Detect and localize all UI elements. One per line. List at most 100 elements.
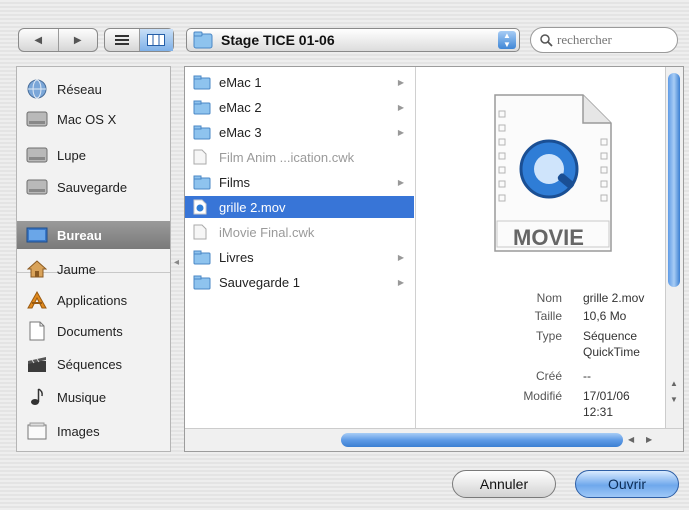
- back-arrow-icon: ◀: [34, 34, 43, 46]
- column-view-icon: [147, 34, 166, 46]
- info-value: grille 2.mov: [583, 291, 645, 305]
- search-icon: [540, 34, 553, 47]
- forward-button[interactable]: ▶: [57, 29, 98, 51]
- music-note-icon: [25, 386, 49, 408]
- list-item[interactable]: Sauvegarde 1 ▶: [185, 271, 414, 293]
- folder-icon: [193, 99, 211, 115]
- info-value-continued: 12:31: [583, 405, 614, 419]
- scroll-up-arrow-icon[interactable]: ▲: [670, 379, 678, 388]
- sidebar-item-mac-os-x[interactable]: Mac OS X: [17, 105, 170, 133]
- sidebar-item-applications[interactable]: Applications: [17, 286, 170, 314]
- info-value: --: [583, 369, 591, 383]
- location-popup[interactable]: Stage TICE 01-06 ▲ ▼: [186, 28, 520, 52]
- preview-icon-caption: MOVIE: [513, 225, 584, 250]
- sidebar-item-label: Documents: [57, 323, 123, 339]
- info-value: Séquence: [583, 329, 638, 343]
- vertical-scrollbar[interactable]: ▲ ▼: [665, 67, 683, 429]
- sidebar-item-sequences[interactable]: Séquences: [17, 350, 170, 378]
- info-value-continued: QuickTime: [583, 345, 640, 359]
- sidebar-item-label: Sauvegarde: [57, 179, 128, 195]
- list-item[interactable]: eMac 1 ▶: [185, 71, 414, 93]
- list-view-button[interactable]: [105, 29, 139, 51]
- info-key: Créé: [535, 369, 562, 383]
- file-name: Sauvegarde 1: [219, 274, 300, 290]
- hard-disk-icon: [25, 144, 49, 166]
- file-column: eMac 1 ▶ eMac 2 ▶ eMac 3 ▶ Film Anim ...…: [174, 67, 416, 429]
- info-key: Taille: [534, 309, 562, 323]
- horizontal-scrollbar[interactable]: ◀ ▶: [185, 428, 683, 451]
- vertical-scroll-thumb[interactable]: [668, 73, 680, 287]
- back-forward-control: ◀ ▶: [18, 28, 98, 52]
- list-item[interactable]: iMovie Final.cwk: [185, 221, 414, 243]
- preview-pane: MOVIE Nom grille 2.mov Taille 10,6 Mo Ty…: [417, 67, 662, 429]
- sidebar-item-label: Musique: [57, 389, 107, 405]
- file-name: eMac 3: [219, 124, 262, 140]
- search-input[interactable]: [557, 32, 667, 48]
- sidebar-item-jaume[interactable]: Jaume: [17, 255, 170, 283]
- quicktime-movie-icon: [193, 199, 211, 215]
- documents-icon: [25, 320, 49, 342]
- list-item[interactable]: Livres ▶: [185, 246, 414, 268]
- scroll-left-arrow-icon[interactable]: ◀: [628, 435, 634, 444]
- list-item[interactable]: eMac 2 ▶: [185, 96, 414, 118]
- file-name: eMac 1: [219, 74, 262, 90]
- scroll-right-arrow-icon[interactable]: ▶: [646, 435, 652, 444]
- desktop-icon: [25, 224, 49, 246]
- list-item[interactable]: Film Anim ...ication.cwk: [185, 146, 414, 168]
- sidebar-item-bureau[interactable]: Bureau: [17, 221, 170, 249]
- cancel-button[interactable]: Annuler: [452, 470, 556, 498]
- sidebar-item-label: Applications: [57, 292, 128, 308]
- disclosure-arrow-icon: ▶: [397, 102, 404, 112]
- disclosure-arrow-icon: ▶: [397, 127, 404, 137]
- sidebar-item-musique[interactable]: Musique: [17, 383, 170, 411]
- info-key: Nom: [536, 291, 562, 305]
- file-name: grille 2.mov: [219, 199, 286, 215]
- file-name: Film Anim ...ication.cwk: [219, 149, 355, 165]
- document-icon: [193, 149, 211, 165]
- file-name: eMac 2: [219, 99, 262, 115]
- hard-disk-icon: [25, 108, 49, 130]
- clapperboard-icon: [25, 353, 49, 375]
- folder-icon: [193, 174, 211, 190]
- list-view-icon: [114, 35, 129, 45]
- hard-disk-icon: [25, 176, 49, 198]
- sidebar: Réseau Mac OS X Lupe Sauvegarde Bureau J…: [16, 66, 171, 452]
- disclosure-arrow-icon: ▶: [397, 277, 404, 287]
- sidebar-item-lupe[interactable]: Lupe: [17, 141, 170, 169]
- location-label: Stage TICE 01-06: [221, 32, 335, 48]
- horizontal-scroll-thumb[interactable]: [341, 433, 623, 447]
- list-item[interactable]: eMac 3 ▶: [185, 121, 414, 143]
- open-button[interactable]: Ouvrir: [575, 470, 679, 498]
- list-item-selected[interactable]: grille 2.mov: [185, 196, 414, 218]
- home-icon: [25, 258, 49, 280]
- forward-arrow-icon: ▶: [73, 34, 82, 46]
- file-name: Livres: [219, 249, 254, 265]
- column-resize-handle[interactable]: ◂: [174, 257, 179, 268]
- info-key: Type: [535, 329, 562, 343]
- folder-icon: [193, 124, 211, 140]
- search-field[interactable]: [530, 27, 678, 53]
- network-globe-icon: [25, 78, 49, 100]
- sidebar-item-documents[interactable]: Documents: [17, 317, 170, 345]
- disclosure-arrow-icon: ▶: [397, 252, 404, 262]
- scroll-down-arrow-icon[interactable]: ▼: [670, 395, 678, 404]
- sidebar-item-label: Bureau: [57, 227, 102, 243]
- folder-icon: [193, 249, 211, 265]
- images-icon: [25, 420, 49, 442]
- sidebar-item-sauvegarde[interactable]: Sauvegarde: [17, 173, 170, 201]
- disclosure-arrow-icon: ▶: [397, 77, 404, 87]
- file-browser: eMac 1 ▶ eMac 2 ▶ eMac 3 ▶ Film Anim ...…: [174, 66, 684, 452]
- info-key: Modifié: [523, 389, 562, 403]
- list-item[interactable]: Films ▶: [185, 171, 414, 193]
- folder-icon: [193, 74, 211, 90]
- view-switch: [104, 28, 174, 52]
- document-icon: [193, 224, 211, 240]
- back-button[interactable]: ◀: [19, 29, 58, 51]
- sidebar-item-reseau[interactable]: Réseau: [17, 75, 170, 103]
- sidebar-item-label: Mac OS X: [57, 111, 117, 127]
- sidebar-item-images[interactable]: Images: [17, 417, 170, 445]
- column-view-button[interactable]: [138, 29, 173, 51]
- file-name: Films: [219, 174, 251, 190]
- sidebar-item-label: Réseau: [57, 81, 102, 97]
- sidebar-item-label: Séquences: [57, 356, 123, 372]
